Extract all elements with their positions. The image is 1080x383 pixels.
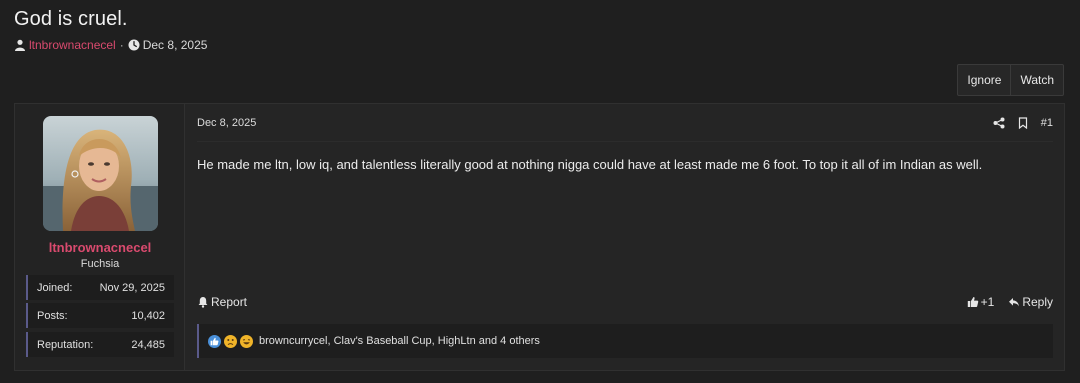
- user-icon: [14, 39, 26, 51]
- report-label: Report: [211, 295, 248, 309]
- post-number[interactable]: #1: [1041, 117, 1053, 129]
- stat-value: 10,402: [131, 309, 165, 322]
- post-user-cell: ltnbrownacnecel Fuchsia Joined: Nov 29, …: [15, 104, 185, 370]
- thumbs-up-icon: [967, 296, 979, 308]
- bookmark-icon[interactable]: [1017, 116, 1029, 129]
- thread-title: God is cruel.: [14, 8, 128, 30]
- thread-meta: ltnbrownacnecel · Dec 8, 2025: [14, 38, 207, 52]
- share-icon[interactable]: [993, 117, 1005, 129]
- like-reaction-icon: [208, 334, 221, 348]
- stat-value: Nov 29, 2025: [99, 281, 165, 294]
- report-button[interactable]: Report: [197, 295, 247, 309]
- stat-posts: Posts: 10,402: [26, 303, 174, 328]
- like-count: +1: [980, 295, 995, 309]
- footer-right: +1 Reply: [967, 295, 1053, 309]
- watch-button[interactable]: Watch: [1010, 65, 1063, 95]
- footer-left: Report: [197, 295, 247, 309]
- bell-icon: [197, 296, 209, 308]
- reaction-users-link[interactable]: browncurrycel, Clav's Baseball Cup, High…: [259, 335, 540, 347]
- stat-joined: Joined: Nov 29, 2025: [26, 275, 174, 300]
- meta-separator: ·: [119, 38, 124, 52]
- thread-date[interactable]: Dec 8, 2025: [143, 38, 208, 52]
- ignore-button[interactable]: Ignore: [958, 65, 1010, 95]
- thread-actions: Ignore Watch: [957, 64, 1064, 96]
- sad-reaction-icon: [224, 334, 237, 348]
- post-date[interactable]: Dec 8, 2025: [197, 117, 256, 129]
- message-body: He made me ltn, low iq, and talentless l…: [197, 157, 983, 172]
- reply-icon: [1008, 296, 1020, 308]
- post-username[interactable]: ltnbrownacnecel: [15, 240, 185, 255]
- stat-value: 24,485: [131, 338, 165, 351]
- user-title: Fuchsia: [80, 258, 120, 270]
- clock-icon: [128, 39, 140, 51]
- stat-label: Posts:: [37, 309, 68, 322]
- reactions-bar: browncurrycel, Clav's Baseball Cup, High…: [197, 324, 1053, 358]
- laugh-reaction-icon: [240, 334, 253, 348]
- reply-label: Reply: [1022, 295, 1053, 309]
- post-message-cell: Dec 8, 2025 #1 He made me ltn, low iq, a…: [186, 104, 1064, 370]
- message-actions: #1: [993, 117, 1053, 129]
- thread-author-link[interactable]: ltnbrownacnecel: [29, 38, 116, 52]
- post: ltnbrownacnecel Fuchsia Joined: Nov 29, …: [14, 103, 1065, 371]
- reply-button[interactable]: Reply: [1008, 295, 1053, 309]
- avatar[interactable]: [43, 116, 158, 231]
- thread-page: God is cruel. ltnbrownacnecel · Dec 8, 2…: [0, 0, 1080, 383]
- like-button[interactable]: +1: [967, 295, 995, 309]
- message-header: Dec 8, 2025 #1: [197, 104, 1053, 142]
- stat-label: Joined:: [37, 281, 73, 294]
- stat-reputation: Reputation: 24,485: [26, 332, 174, 357]
- message-footer: Report +1 Reply: [197, 292, 1053, 312]
- stat-label: Reputation:: [37, 338, 94, 351]
